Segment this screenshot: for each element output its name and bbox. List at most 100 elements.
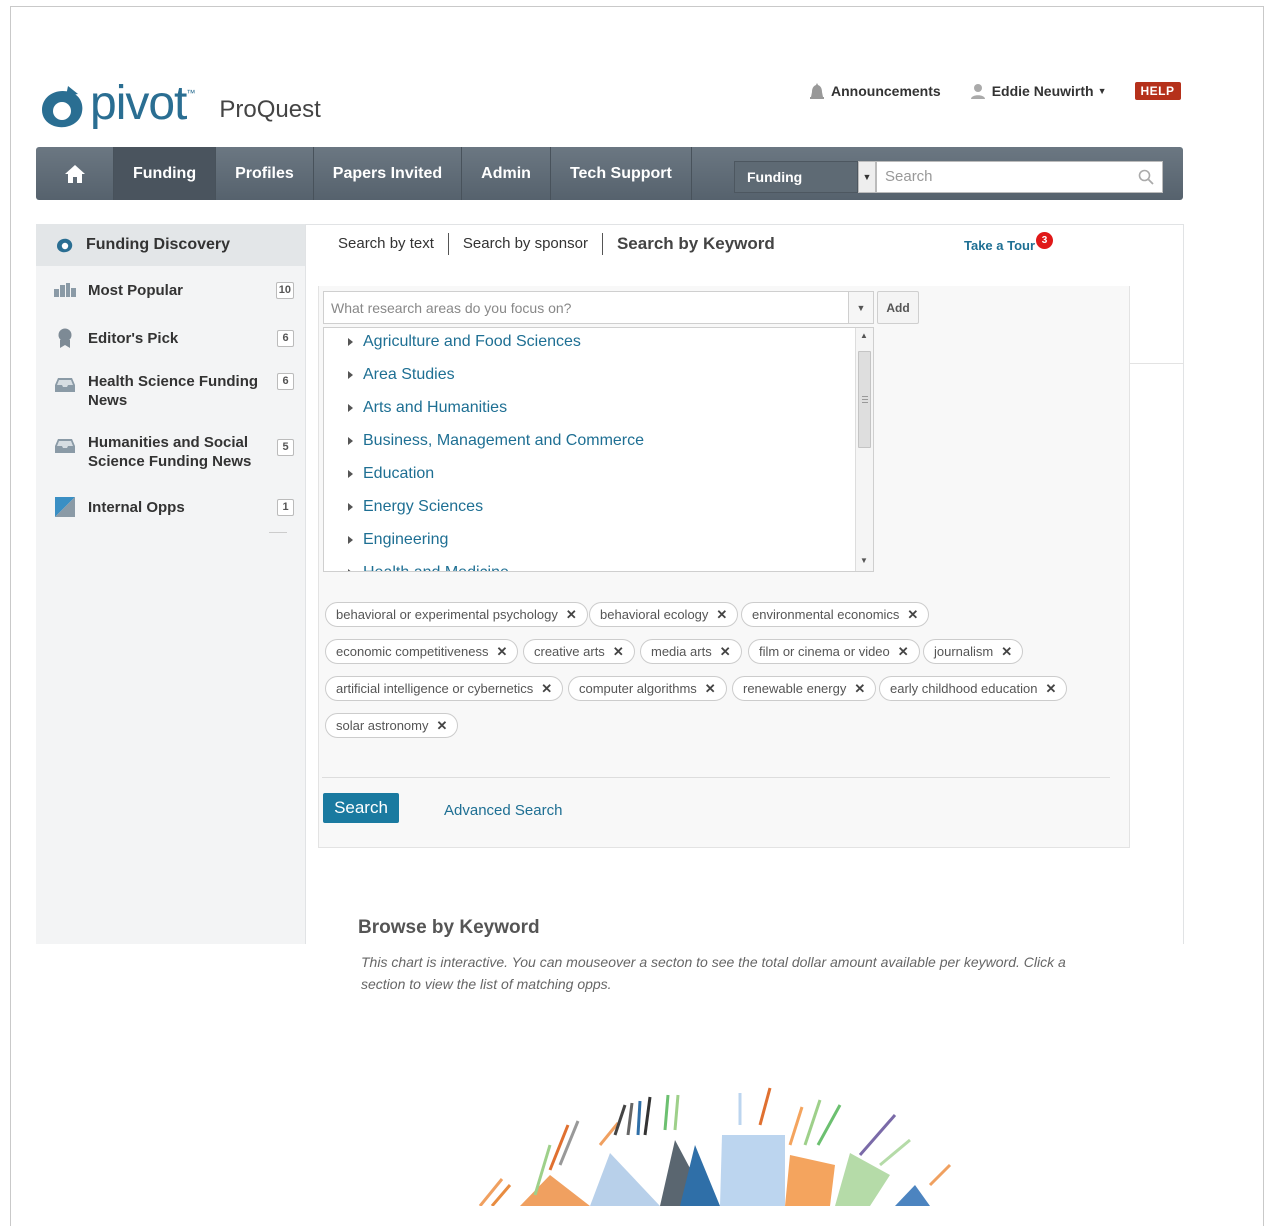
sidebar-heading[interactable]: Funding Discovery: [36, 224, 305, 266]
keyword-chip: renewable energy ✕: [732, 676, 877, 701]
tab-search-by-sponsor[interactable]: Search by sponsor: [447, 233, 602, 255]
browse-title: Browse by Keyword: [358, 917, 540, 938]
nav-profiles[interactable]: Profiles: [216, 147, 314, 200]
tree-scrollbar[interactable]: ▲ ▼: [855, 328, 873, 571]
scroll-down-icon[interactable]: ▼: [860, 556, 868, 565]
search-tabs: Search by text Search by sponsor Search …: [336, 233, 789, 255]
expand-icon[interactable]: [348, 404, 353, 412]
keyword-chip: creative arts ✕: [523, 639, 635, 664]
take-a-tour-link[interactable]: Take a Tour 3: [964, 232, 1054, 253]
keyword-chip: environmental economics ✕: [741, 602, 930, 627]
sidebar-divider: [269, 532, 287, 533]
sidebar-item-humanities-news[interactable]: Humanities and Social Science Funding Ne…: [54, 433, 294, 471]
keyword-placeholder: What research areas do you focus on?: [331, 299, 572, 316]
tree-item[interactable]: Engineering: [348, 531, 448, 549]
remove-icon[interactable]: ✕: [716, 607, 727, 623]
advanced-search-link[interactable]: Advanced Search: [444, 802, 562, 819]
nav-search-input[interactable]: Search: [876, 160, 1163, 193]
remove-icon[interactable]: ✕: [541, 681, 552, 697]
announcements-link[interactable]: Announcements: [808, 82, 941, 100]
sidebar-item-internal-opps[interactable]: Internal Opps 1: [54, 497, 294, 517]
remove-icon[interactable]: ✕: [1001, 644, 1012, 660]
remove-icon[interactable]: ✕: [898, 644, 909, 660]
tour-label: Take a Tour: [964, 238, 1036, 253]
keyword-chip: early childhood education ✕: [879, 676, 1068, 701]
top-links: Announcements Eddie Neuwirth ▼ HELP: [808, 82, 1181, 100]
expand-icon[interactable]: [348, 338, 353, 346]
announcements-label: Announcements: [831, 83, 941, 99]
sidebar-item-label: Humanities and Social Science Funding Ne…: [88, 434, 252, 470]
remove-icon[interactable]: ✕: [566, 607, 577, 623]
tree-item[interactable]: Energy Sciences: [348, 498, 483, 516]
keyword-sunburst-chart[interactable]: [440, 1085, 1000, 1206]
tour-count-badge: 3: [1036, 232, 1054, 249]
remove-icon[interactable]: ✕: [720, 644, 731, 660]
inbox-icon: [55, 378, 75, 392]
remove-icon[interactable]: ✕: [705, 681, 716, 697]
tab-search-by-keyword[interactable]: Search by Keyword: [601, 233, 789, 255]
sidebar-item-most-popular[interactable]: Most Popular 10: [54, 281, 294, 300]
expand-icon[interactable]: [348, 569, 353, 571]
help-button[interactable]: HELP: [1134, 82, 1181, 100]
count-badge: 10: [275, 282, 294, 299]
keyword-chip: behavioral ecology ✕: [589, 602, 739, 627]
tree-item[interactable]: Arts and Humanities: [348, 399, 507, 417]
expand-icon[interactable]: [348, 536, 353, 544]
user-menu[interactable]: Eddie Neuwirth ▼: [969, 82, 1107, 100]
count-badge: 6: [277, 330, 294, 347]
sidebar-item-health-science-news[interactable]: Health Science Funding News 6: [54, 372, 294, 410]
keyword-chip: film or cinema or video ✕: [748, 639, 920, 664]
inbox-icon: [55, 439, 75, 453]
bar-chart-icon: [54, 283, 76, 297]
search-scope-dropdown[interactable]: ▼: [858, 160, 876, 193]
expand-icon[interactable]: [348, 470, 353, 478]
scroll-up-icon[interactable]: ▲: [860, 331, 868, 340]
remove-icon[interactable]: ✕: [496, 644, 507, 660]
nav-search-group: Funding ▼ Search: [734, 147, 1183, 200]
caret-down-icon: ▼: [856, 302, 866, 313]
nav-home[interactable]: [36, 147, 114, 200]
keyword-chip: behavioral or experimental psychology ✕: [325, 602, 588, 627]
search-button[interactable]: Search: [323, 793, 399, 823]
nav-papers-invited[interactable]: Papers Invited: [314, 147, 463, 200]
search-scope-select[interactable]: Funding: [734, 160, 858, 193]
keyword-chip: computer algorithms ✕: [568, 676, 727, 701]
remove-icon[interactable]: ✕: [907, 607, 918, 623]
keyword-chip: solar astronomy ✕: [325, 713, 459, 738]
expand-icon[interactable]: [348, 437, 353, 445]
tree-item[interactable]: Health and Medicine: [348, 564, 509, 571]
remove-icon[interactable]: ✕: [613, 644, 624, 660]
sidebar-item-editors-pick[interactable]: Editor's Pick 6: [54, 328, 294, 348]
pivot-logo[interactable]: pivot ™ ProQuest: [38, 77, 321, 132]
brand-proquest: ProQuest: [219, 96, 321, 123]
panel-divider: [1130, 363, 1184, 364]
caret-down-icon: ▼: [1097, 86, 1107, 96]
search-icon[interactable]: [1138, 169, 1154, 185]
logo-trademark: ™: [186, 88, 196, 98]
pivot-mark-icon: [57, 238, 73, 253]
scroll-thumb[interactable]: [858, 351, 871, 448]
expand-icon[interactable]: [348, 371, 353, 379]
nav-admin[interactable]: Admin: [462, 147, 551, 200]
remove-icon[interactable]: ✕: [854, 681, 865, 697]
expand-icon[interactable]: [348, 503, 353, 511]
tree-item[interactable]: Education: [348, 465, 434, 483]
remove-icon[interactable]: ✕: [1045, 681, 1056, 697]
keyword-dropdown-toggle[interactable]: ▼: [848, 291, 874, 324]
keyword-input[interactable]: What research areas do you focus on?: [323, 291, 849, 324]
caret-down-icon: ▼: [862, 171, 872, 182]
tree-item[interactable]: Business, Management and Commerce: [348, 432, 644, 450]
remove-icon[interactable]: ✕: [436, 718, 447, 734]
keyword-chip: artificial intelligence or cybernetics ✕: [325, 676, 564, 701]
tree-item[interactable]: Area Studies: [348, 366, 455, 384]
keyword-chip: economic competitiveness ✕: [325, 639, 519, 664]
user-icon: [970, 84, 985, 99]
keyword-tree: Agriculture and Food Sciences Area Studi…: [323, 327, 874, 572]
browse-description: This chart is interactive. You can mouse…: [361, 954, 1066, 992]
sidebar-item-label: Most Popular: [88, 282, 184, 299]
add-keyword-button[interactable]: Add: [877, 291, 919, 324]
nav-tech-support[interactable]: Tech Support: [551, 147, 692, 200]
nav-funding[interactable]: Funding: [114, 147, 217, 200]
tab-search-by-text[interactable]: Search by text: [336, 233, 448, 255]
tree-item[interactable]: Agriculture and Food Sciences: [348, 333, 581, 351]
